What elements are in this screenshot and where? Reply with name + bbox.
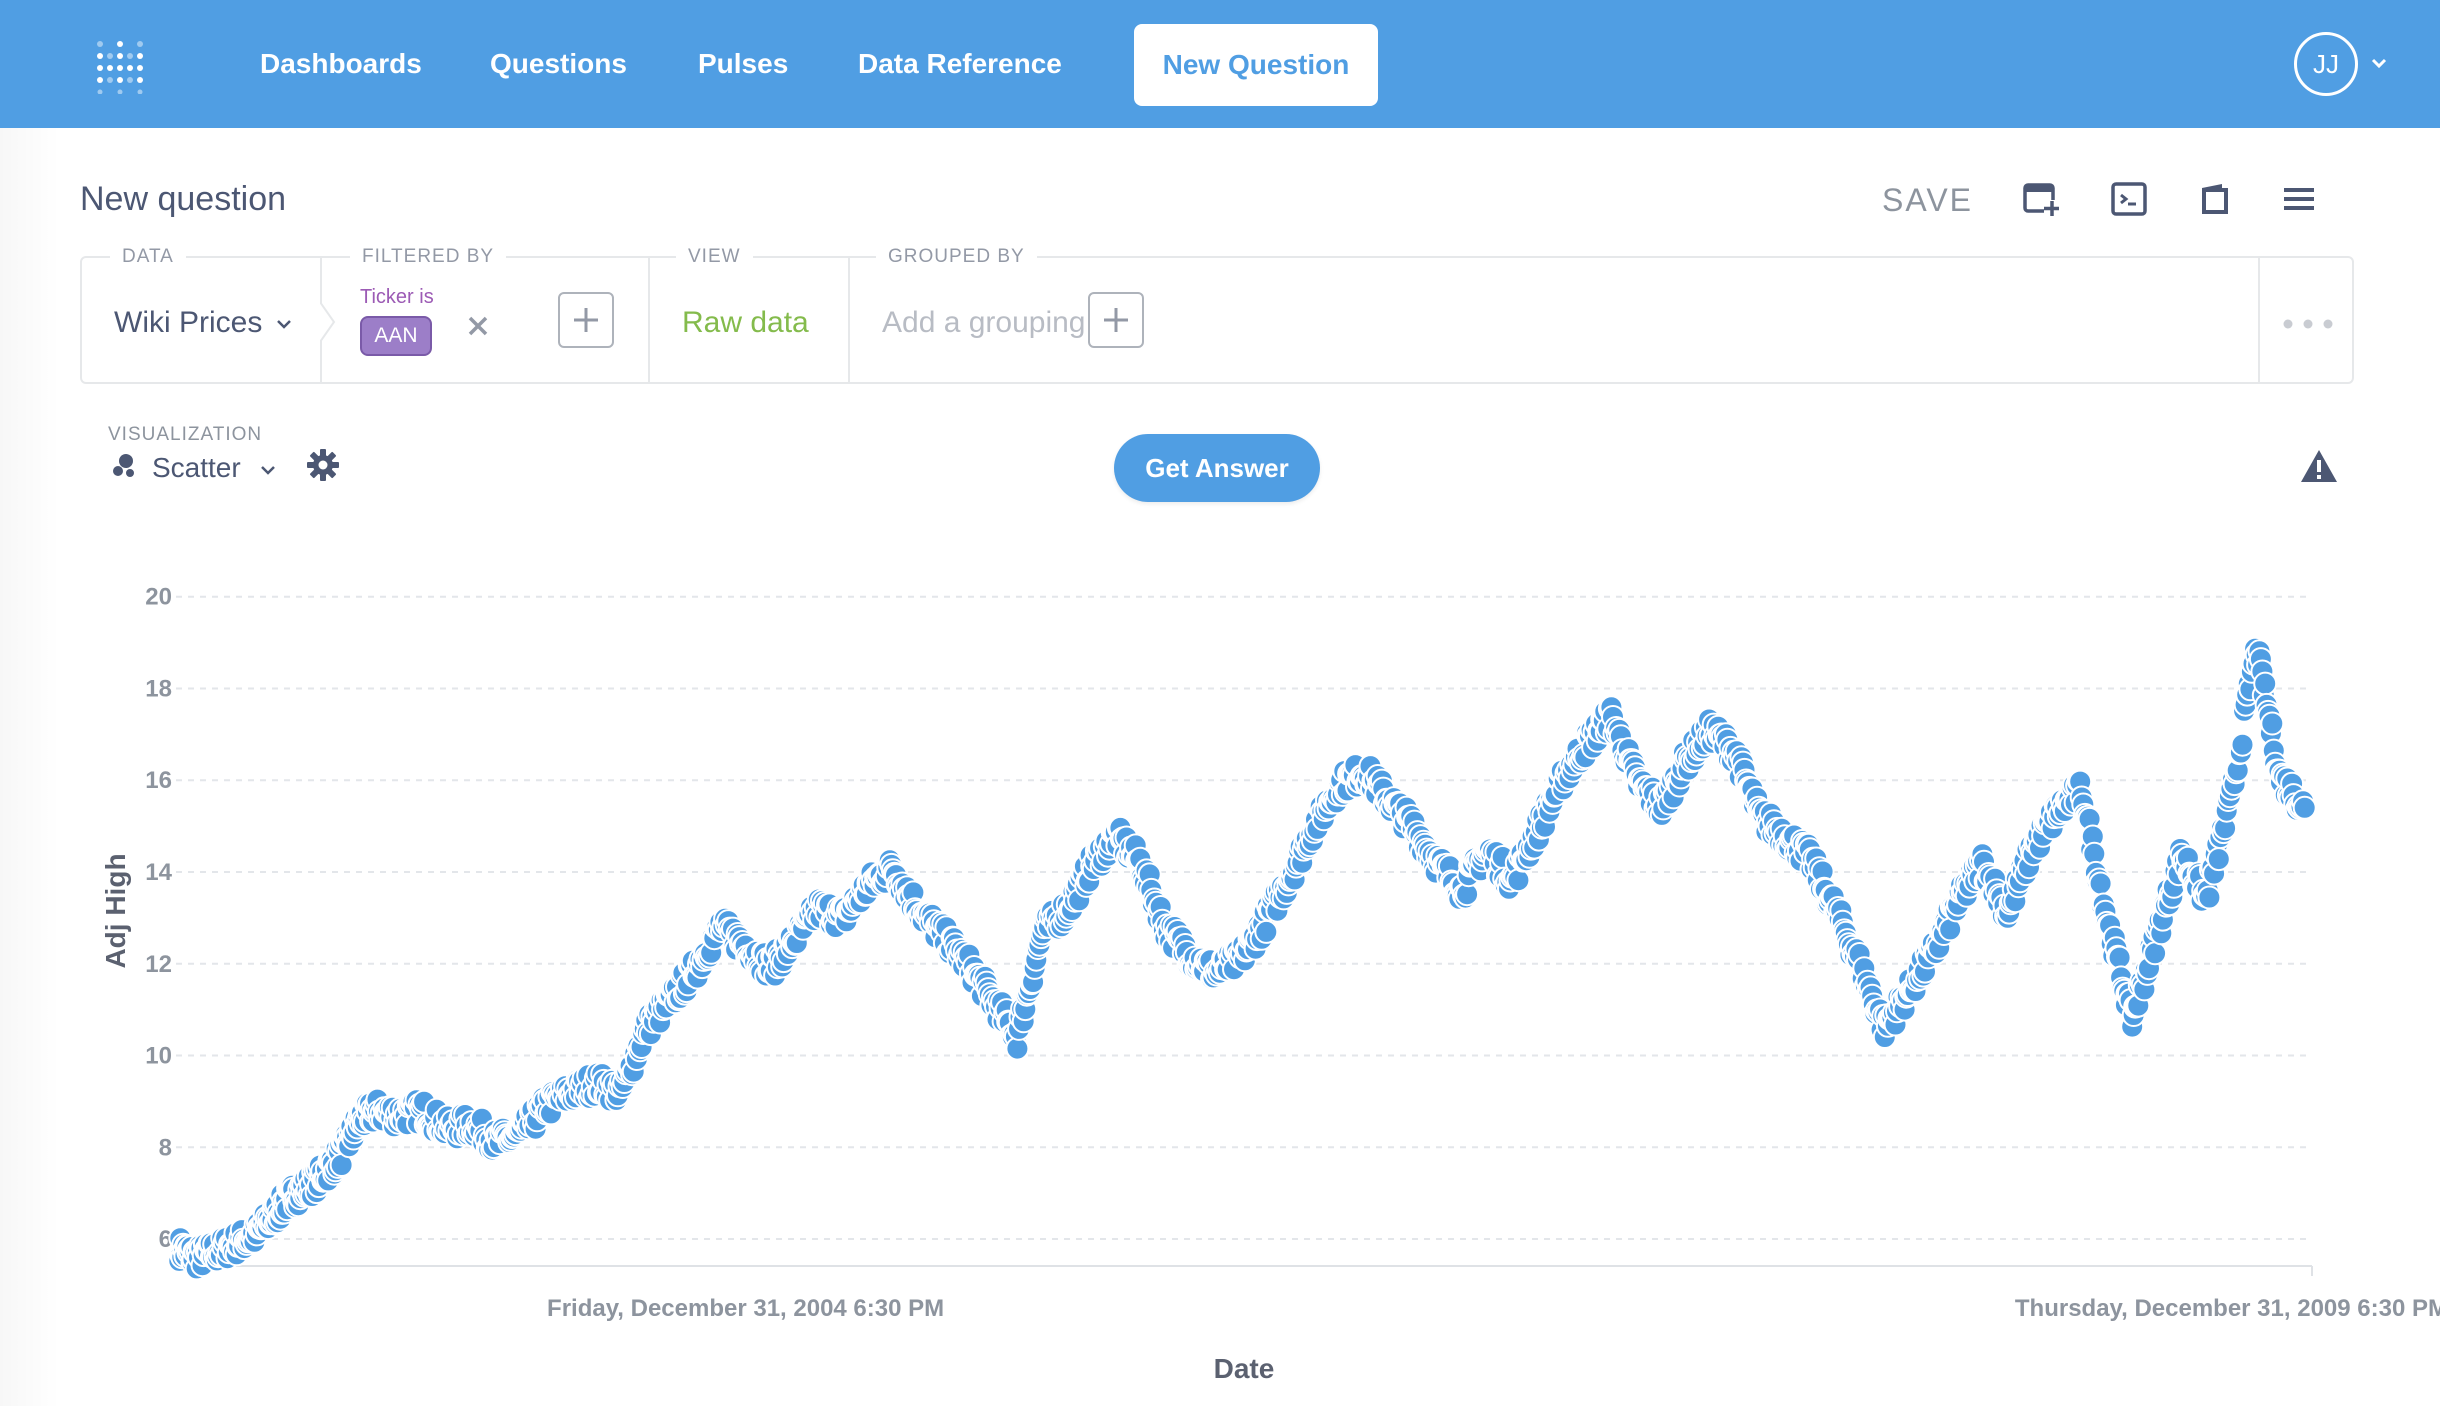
- y-tick-label: 16: [145, 767, 172, 794]
- grouped-by-label: GROUPED BY: [876, 246, 1037, 268]
- y-axis-ticks: 68101214161820: [145, 584, 172, 1253]
- view-label: VIEW: [676, 246, 753, 268]
- scatter-point[interactable]: [2260, 711, 2285, 736]
- data-section-label: DATA: [110, 246, 186, 268]
- scatter-point[interactable]: [2230, 732, 2255, 757]
- top-nav: Dashboards Questions Pulses Data Referen…: [0, 0, 2440, 128]
- nav-link-dashboards[interactable]: Dashboards: [260, 44, 422, 84]
- chevron-down-icon[interactable]: [276, 318, 292, 330]
- plus-icon: [1104, 308, 1128, 332]
- nav-link-pulses[interactable]: Pulses: [698, 44, 788, 84]
- scatter-points: [167, 636, 2317, 1281]
- scatter-point[interactable]: [2107, 945, 2132, 970]
- scatter-icon: [113, 454, 134, 477]
- new-question-button[interactable]: New Question: [1134, 24, 1378, 106]
- filter-value-pill[interactable]: AAN: [360, 316, 432, 356]
- add-grouping-button[interactable]: [1088, 292, 1144, 348]
- y-tick-label: 14: [145, 859, 172, 886]
- more-options-icon[interactable]: [2278, 318, 2338, 330]
- menu-icon[interactable]: [2280, 180, 2318, 218]
- nav-link-data-reference[interactable]: Data Reference: [858, 44, 1062, 84]
- section-divider: [848, 258, 850, 382]
- scatter-chart: 68101214161820 Friday, December 31, 2004…: [100, 584, 2440, 1380]
- section-divider: [648, 258, 650, 382]
- metabase-logo-icon[interactable]: [92, 38, 148, 94]
- scatter-point[interactable]: [1254, 919, 1279, 944]
- y-tick-label: 10: [145, 1043, 172, 1070]
- warning-icon[interactable]: [2300, 448, 2338, 484]
- add-grouping-placeholder[interactable]: Add a grouping: [882, 306, 1086, 340]
- scatter-point[interactable]: [2143, 941, 2168, 966]
- x-axis-title: Date: [1214, 1353, 1275, 1380]
- add-to-dashboard-icon[interactable]: [2022, 180, 2060, 218]
- query-builder: DATA Wiki Prices FILTERED BY Ticker is A…: [80, 246, 2354, 384]
- x-axis-ticks: Friday, December 31, 2004 6:30 PM Thursda…: [547, 1266, 2440, 1322]
- scatter-point[interactable]: [2197, 885, 2222, 910]
- filtered-by-label: FILTERED BY: [350, 246, 507, 268]
- section-divider: [2258, 258, 2260, 382]
- scatter-point[interactable]: [2206, 847, 2231, 872]
- y-tick-label: 8: [159, 1134, 172, 1161]
- y-tick-label: 12: [145, 951, 172, 978]
- plus-icon: [574, 308, 598, 332]
- x-tick-label: Thursday, December 31, 2009 6:30 PM: [2015, 1295, 2440, 1322]
- view-selector[interactable]: Raw data: [682, 306, 809, 340]
- chevron-down-icon[interactable]: [260, 464, 276, 476]
- sql-editor-icon[interactable]: [2110, 180, 2148, 218]
- section-arrow: [320, 302, 336, 342]
- database-selector[interactable]: Wiki Prices: [114, 306, 262, 340]
- reference-book-icon[interactable]: [2196, 180, 2234, 218]
- visualization-type-selector[interactable]: Scatter: [152, 452, 241, 484]
- y-tick-label: 20: [145, 584, 172, 611]
- y-tick-label: 18: [145, 675, 172, 702]
- get-answer-button[interactable]: Get Answer: [1114, 434, 1320, 502]
- scatter-point[interactable]: [2253, 671, 2278, 696]
- page-title: New question: [80, 180, 287, 218]
- nav-link-questions[interactable]: Questions: [490, 44, 627, 84]
- gear-icon[interactable]: [306, 448, 340, 482]
- visualization-label: VISUALIZATION: [108, 424, 263, 445]
- close-icon[interactable]: [466, 314, 490, 338]
- scatter-point[interactable]: [2088, 871, 2113, 896]
- scatter-point[interactable]: [2292, 795, 2317, 820]
- chevron-down-icon[interactable]: [2370, 56, 2388, 70]
- scatter-point[interactable]: [1506, 868, 1531, 893]
- scatter-point[interactable]: [1005, 1036, 1030, 1061]
- user-avatar[interactable]: JJ: [2294, 32, 2358, 96]
- x-tick-label: Friday, December 31, 2004 6:30 PM: [547, 1295, 944, 1322]
- add-filter-button[interactable]: [558, 292, 614, 348]
- y-axis-title: Adj High: [100, 853, 131, 968]
- filter-field-label: Ticker is: [360, 286, 434, 308]
- save-button[interactable]: SAVE: [1882, 182, 1973, 219]
